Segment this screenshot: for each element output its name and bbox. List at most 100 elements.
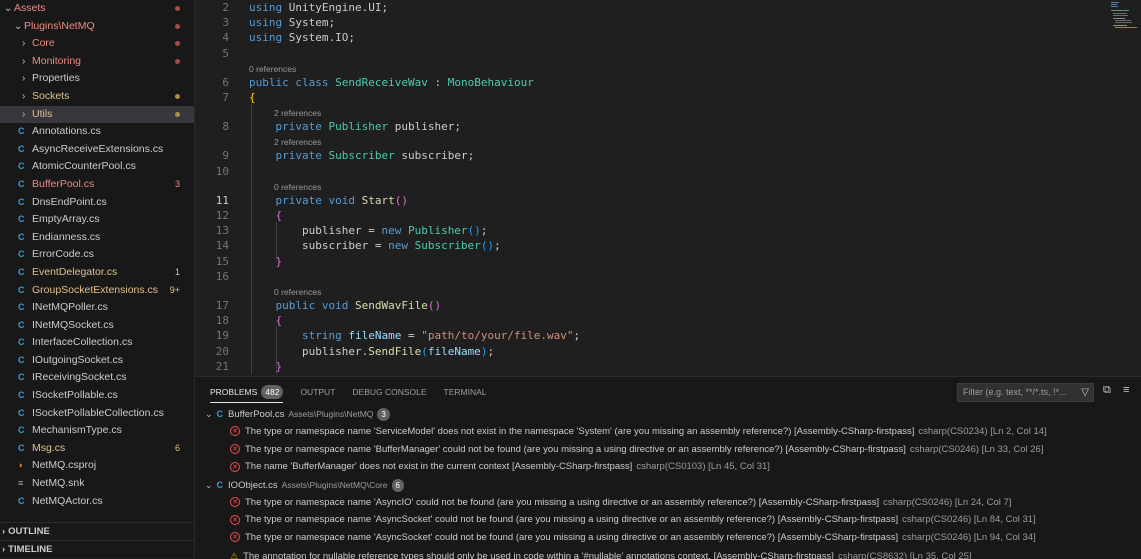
tree-file[interactable]: C InterfaceCollection.cs <box>0 334 194 352</box>
tree-file[interactable]: C EventDelegator.cs 1 <box>0 264 194 282</box>
csharp-file-icon: C <box>18 319 25 330</box>
modified-dot-icon <box>175 35 180 53</box>
csharp-file-icon: C <box>18 249 25 260</box>
tree-item-label: Annotations.cs <box>32 125 101 138</box>
codelens-references[interactable]: 0 references <box>274 181 321 193</box>
tree-file[interactable]: C ISocketPollableCollection.cs <box>0 405 194 423</box>
tree-folder[interactable]: › Sockets <box>0 88 194 106</box>
codelens-references[interactable]: 2 references <box>274 107 321 119</box>
tree-file[interactable]: ◗ NetMQ.csproj <box>0 457 194 475</box>
tree-file[interactable]: C ISocketPollable.cs <box>0 387 194 405</box>
error-icon: ✕ <box>230 532 240 543</box>
tree-file[interactable]: C IReceivingSocket.cs <box>0 369 194 387</box>
tree-file[interactable]: ≡ NetMQ.snk <box>0 475 194 493</box>
tree-file[interactable]: C MechanismType.cs <box>0 422 194 440</box>
minimap[interactable] <box>1107 0 1141 30</box>
tree-file[interactable]: C AsyncReceiveExtensions.cs <box>0 141 194 159</box>
tree-folder[interactable]: › Properties <box>0 70 194 88</box>
line-number: 9 <box>222 149 229 163</box>
line-number: 19 <box>215 329 229 343</box>
collapse-all-icon[interactable]: ⧉ <box>1103 384 1111 397</box>
tree-file[interactable]: C DnsEndPoint.cs <box>0 194 194 212</box>
tree-file[interactable]: C Msg.cs 6 <box>0 440 194 458</box>
code-line: 12 { <box>195 208 1095 223</box>
problem-item[interactable]: ⚠ The annotation for nullable reference t… <box>230 547 972 559</box>
code-token: new <box>388 239 408 253</box>
code-text: using System; <box>249 15 335 30</box>
tree-file[interactable]: C NetMQActor.cs <box>0 493 194 511</box>
code-line: 19 string fileName = "path/to/your/file.… <box>195 328 1095 343</box>
outline-section[interactable]: › OUTLINE <box>0 522 194 541</box>
problem-item[interactable]: ✕ The type or namespace name 'AsyncSocket… <box>230 529 1036 547</box>
code-token: void <box>321 299 349 312</box>
line-number: 12 <box>215 209 229 222</box>
code-text: public class SendReceiveWav : MonoBehavi… <box>249 75 534 90</box>
problems-filter-input[interactable]: Filter (e.g. text, **/*.ts, !*... ▽ <box>957 383 1094 402</box>
code-token: ; <box>480 224 488 238</box>
code-editor[interactable]: 2 using UnityEngine.UI; 3 using System; 4 usi… <box>195 0 1141 376</box>
tree-file[interactable]: C AtomicCounterPool.cs <box>0 158 194 176</box>
tab-output[interactable]: OUTPUT <box>300 377 335 407</box>
code-text: private Publisher publisher; <box>249 119 461 134</box>
tree-file[interactable]: C INetMQPoller.cs <box>0 299 194 317</box>
timeline-section[interactable]: › TIMELINE <box>0 540 194 558</box>
codelens-references[interactable]: 0 references <box>274 286 321 298</box>
tree-folder[interactable]: ⌄ Plugins\NetMQ <box>0 18 194 36</box>
codelens-references[interactable]: 2 references <box>274 136 321 148</box>
error-icon: ✕ <box>230 461 240 472</box>
csharp-file-icon: C <box>18 302 25 313</box>
tree-file[interactable]: C BufferPool.cs 3 <box>0 176 194 194</box>
modified-dot-icon <box>175 0 180 18</box>
code-line: 17 public void SendWavFile() <box>195 298 1095 313</box>
code-text: { <box>249 208 283 223</box>
tree-item-label: Monitoring <box>32 54 82 67</box>
code-text: } <box>249 359 283 374</box>
tree-folder[interactable]: › Core <box>0 35 194 53</box>
problem-item[interactable]: ✕ The type or namespace name 'AsyncSocket… <box>230 511 1036 529</box>
tree-item-label: GroupSocketExtensions.cs <box>32 283 159 296</box>
code-token: fileName <box>348 329 402 343</box>
code-text: publisher.SendFile(fileName); <box>249 344 494 359</box>
tab-debug-console[interactable]: DEBUG CONSOLE <box>352 377 426 407</box>
csharp-file-icon: C <box>216 409 224 419</box>
tree-folder[interactable]: ⌄ Assets <box>0 0 194 18</box>
line-number: 16 <box>215 269 229 283</box>
view-as-tree-icon[interactable]: ≡ <box>1123 384 1129 396</box>
tree-folder[interactable]: › Utils <box>0 105 194 124</box>
problem-item[interactable]: ✕ The type or namespace name 'AsyncIO' co… <box>230 494 1011 512</box>
filter-icon[interactable]: ▽ <box>1081 384 1089 401</box>
code-token: : <box>427 75 448 89</box>
tree-item-label: ISocketPollable.cs <box>32 389 118 402</box>
tree-file[interactable]: C IOutgoingSocket.cs <box>0 352 194 370</box>
tree-file[interactable]: C Endianness.cs <box>0 229 194 247</box>
problem-message: The type or namespace name 'AsyncSocket'… <box>245 532 899 543</box>
tab-label: OUTPUT <box>300 387 336 397</box>
problem-item[interactable]: ✕ The type or namespace name 'BufferManag… <box>230 441 1043 459</box>
tree-file[interactable]: C GroupSocketExtensions.cs 9+ <box>0 282 194 300</box>
code-token: void <box>328 193 355 207</box>
tree-file[interactable]: C ErrorCode.cs <box>0 246 194 264</box>
problem-item[interactable]: ✕ The name 'BufferManager' does not exist… <box>230 458 770 476</box>
tab-terminal[interactable]: TERMINAL <box>444 377 487 407</box>
code-token: ( <box>421 344 428 358</box>
code-token: ; <box>573 329 581 343</box>
line-number: 20 <box>215 344 229 358</box>
tab-label: PROBLEMS <box>210 387 258 397</box>
tree-file[interactable]: C EmptyArray.cs <box>0 211 194 229</box>
code-token: SendReceiveWav <box>335 75 428 89</box>
problem-file-group[interactable]: ⌄ C BufferPool.cs Assets\Plugins\NetMQ 3 <box>205 405 390 423</box>
codelens-references[interactable]: 0 references <box>249 63 296 75</box>
problem-file-group[interactable]: ⌄ C IOObject.cs Assets\Plugins\NetMQ\Core 6 <box>205 476 404 494</box>
problem-item[interactable]: ✕ The type or namespace name 'ServiceMode… <box>230 423 1047 441</box>
csharp-file-icon: C <box>18 372 25 383</box>
code-token: publisher = <box>249 224 382 238</box>
tab-label: TERMINAL <box>443 387 487 397</box>
code-token: SendFile <box>368 344 422 358</box>
tree-file[interactable]: C INetMQSocket.cs <box>0 317 194 335</box>
tab-problems[interactable]: PROBLEMS 482 <box>210 377 284 407</box>
tree-file[interactable]: C Annotations.cs <box>0 123 194 141</box>
tree-folder[interactable]: › Monitoring <box>0 53 194 71</box>
